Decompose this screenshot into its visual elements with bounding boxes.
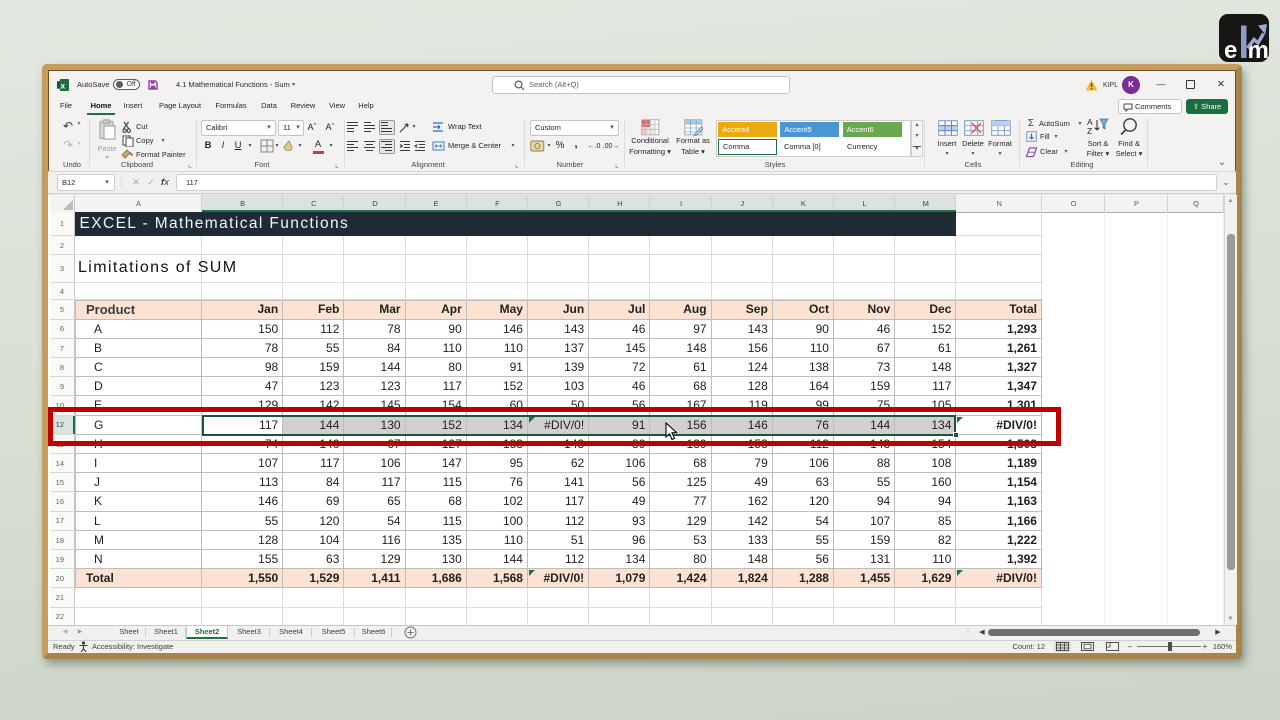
svg-text:x: x xyxy=(60,80,65,90)
svg-text:Z: Z xyxy=(1087,126,1092,135)
svg-text:e: e xyxy=(1224,37,1237,64)
